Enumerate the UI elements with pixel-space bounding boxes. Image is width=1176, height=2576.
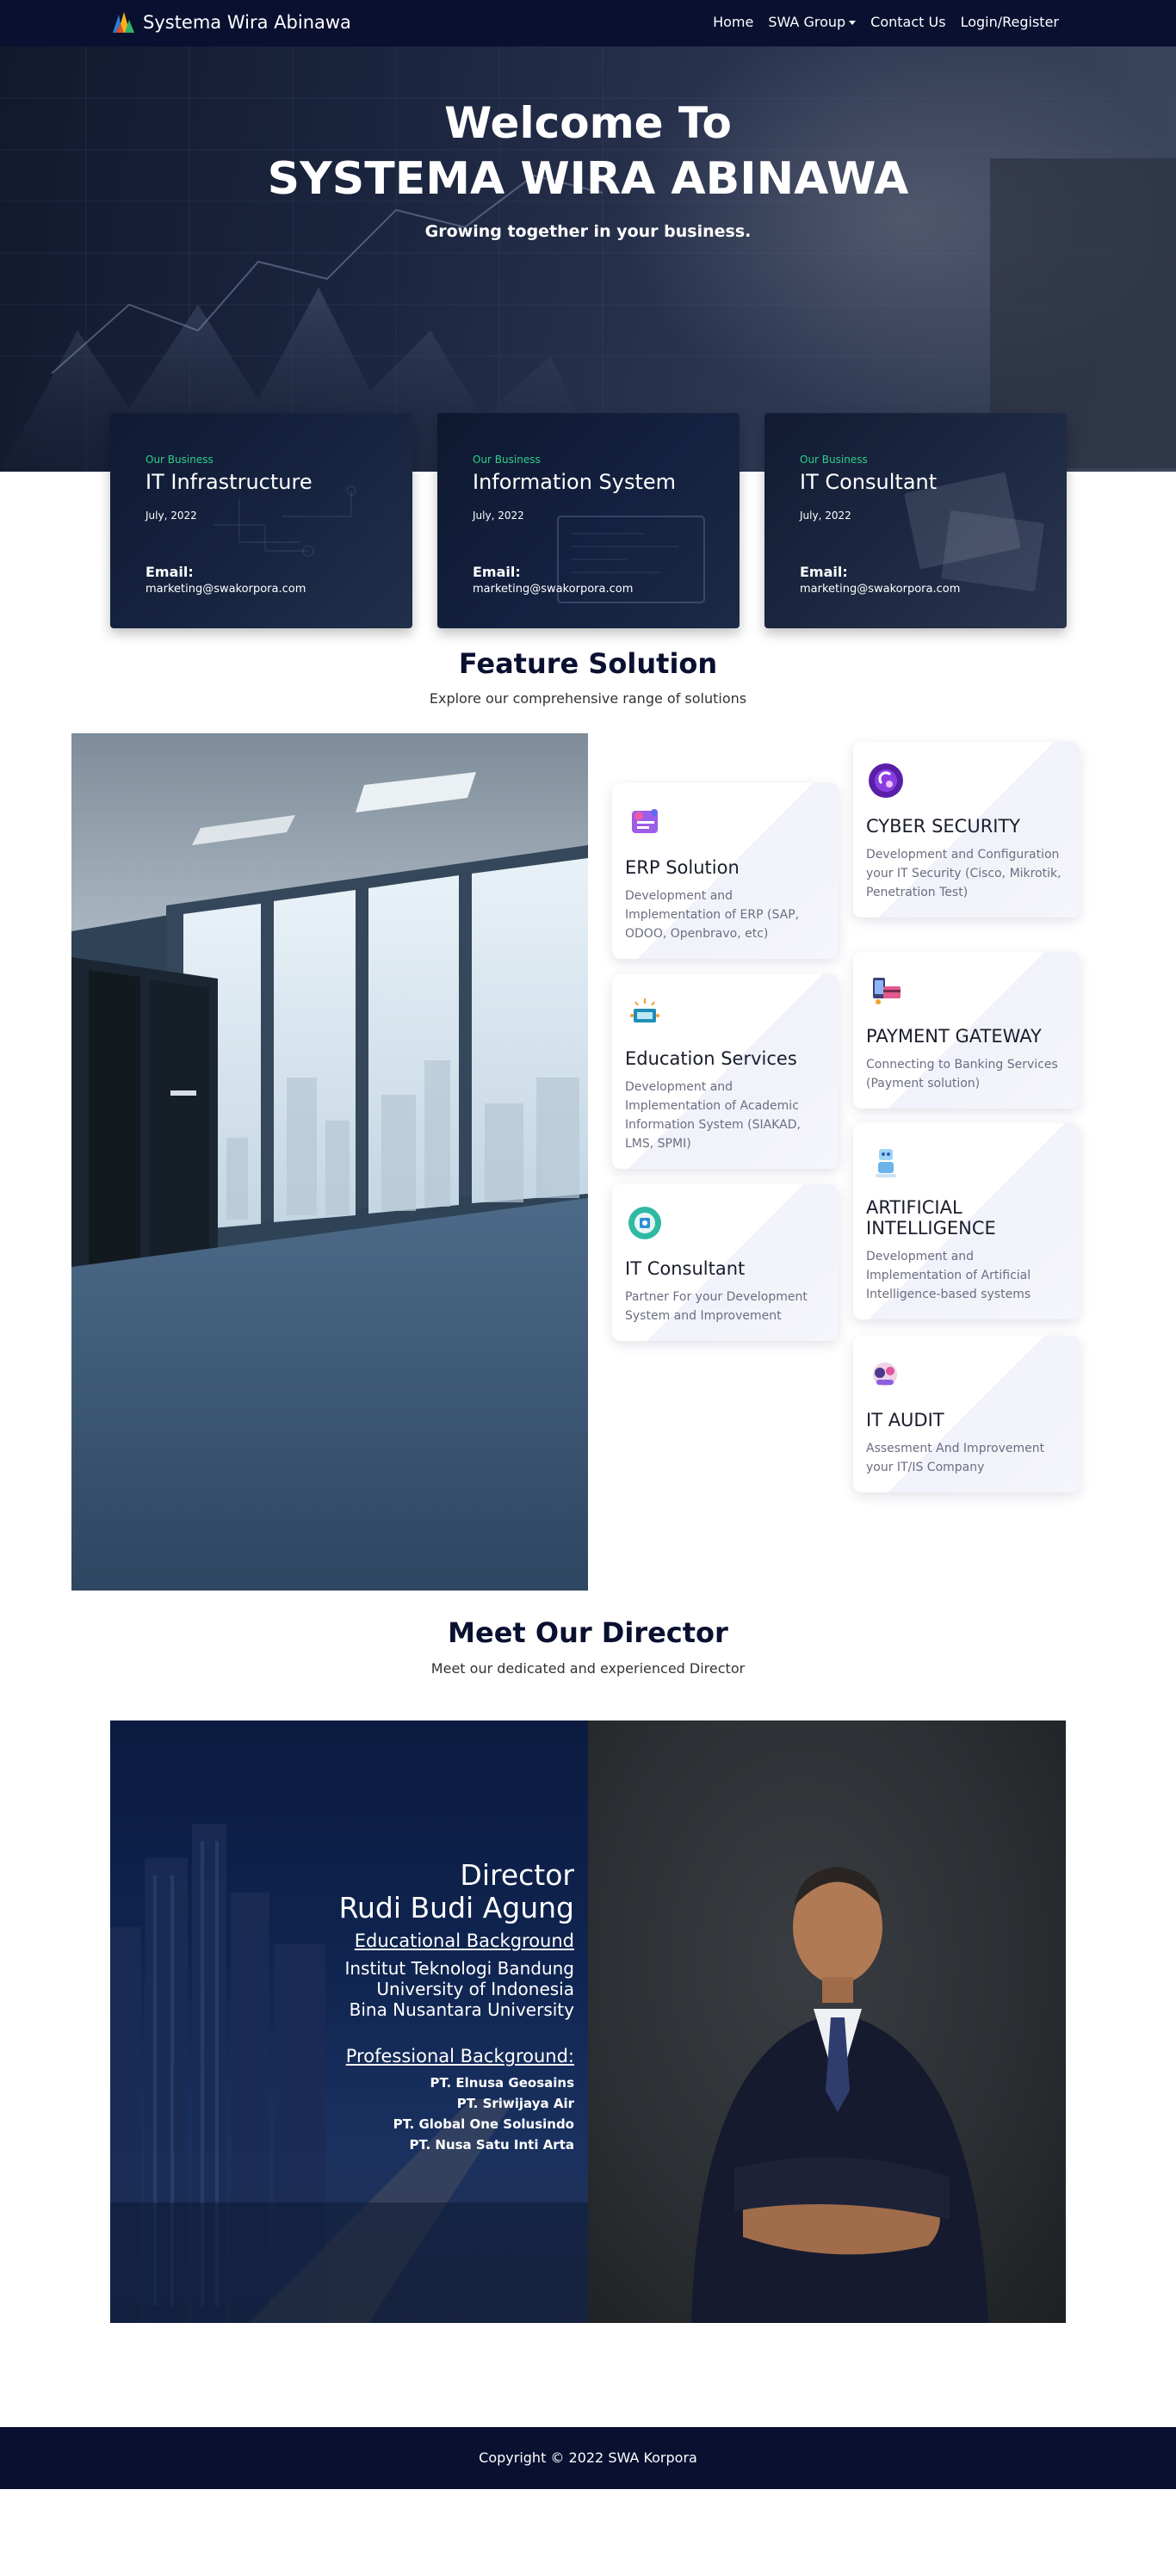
server-room-illustration	[71, 733, 588, 1591]
card-tag: Our Business	[145, 454, 214, 466]
payment-icon	[873, 978, 901, 1004]
service-description: Development and Implementation of Artifi…	[866, 1250, 1031, 1301]
erp-icon	[632, 809, 658, 833]
card-tag: Our Business	[800, 454, 868, 466]
service-title: CYBER SECURITY	[866, 816, 1021, 837]
card-title: Information System	[473, 470, 677, 494]
education-item: Institut Teknologi Bandung	[344, 1958, 574, 1979]
professional-item: PT. Global One Solusindo	[393, 2116, 574, 2132]
education-item: Bina Nusantara University	[349, 1999, 574, 2020]
service-title: IT AUDIT	[866, 1410, 944, 1430]
service-description: Connecting to Banking Services (Payment …	[866, 1058, 1058, 1090]
feature-section-title: Feature Solution	[458, 647, 718, 680]
nav-swa-group-label: SWA Group	[768, 14, 846, 30]
footer: Copyright © 2022 SWA Korpora	[0, 2427, 1176, 2489]
server-room-image	[71, 733, 588, 1591]
professional-item: PT. Nusa Satu Inti Arta	[409, 2137, 574, 2153]
card-email[interactable]: marketing@swakorpora.com	[145, 583, 306, 596]
brand-link[interactable]: Systema Wira Abinawa	[110, 9, 351, 35]
nav-contact[interactable]: Contact Us	[870, 14, 945, 30]
footer-copyright: Copyright © 2022 SWA Korpora	[479, 2449, 697, 2466]
hero-banner: Welcome To SYSTEMA WIRA ABINAWA Growing …	[0, 46, 1176, 472]
hero-title-line2: SYSTEMA WIRA ABINAWA	[267, 153, 909, 205]
service-title: Education Services	[625, 1048, 797, 1069]
service-description: Development and Configuration your IT Se…	[866, 848, 1061, 899]
professional-heading: Professional Background:	[345, 2046, 574, 2066]
service-description: Assesment And Improvement your IT/IS Com…	[866, 1442, 1045, 1474]
hero-title-line1: Welcome To	[444, 98, 732, 148]
card-email[interactable]: marketing@swakorpora.com	[800, 583, 960, 596]
director-name: Rudi Budi Agung	[338, 1891, 574, 1924]
audit-icon	[873, 1362, 897, 1387]
navbar: Systema Wira Abinawa Home SWA Group Cont…	[0, 0, 1176, 46]
professional-item: PT. Sriwijaya Air	[456, 2096, 574, 2111]
service-card-payment-gateway[interactable]: PAYMENT GATEWAY Connecting to Banking Se…	[853, 952, 1080, 1109]
director-info-panel: Director Rudi Budi Agung Educational Bac…	[110, 1720, 588, 2323]
card-title: IT Infrastructure	[145, 470, 313, 494]
card-tag: Our Business	[473, 454, 541, 466]
service-card-it-consultant[interactable]: IT Consultant Partner For your Developme…	[612, 1184, 839, 1341]
nav-menu: Home SWA Group Contact Us Login/Register	[713, 14, 1059, 30]
service-description: Partner For your Development System and …	[625, 1290, 808, 1323]
card-date: July, 2022	[473, 510, 524, 522]
service-description: Development and Implementation of Academ…	[625, 1080, 801, 1151]
service-title: ARTIFICIAL INTELLIGENCE	[866, 1197, 996, 1239]
city-skyline-graphic	[110, 1824, 588, 2323]
director-portrait-graphic	[691, 1867, 988, 2323]
director-section-subtitle: Meet our dedicated and experienced Direc…	[430, 1660, 746, 1677]
director-photo	[588, 1720, 1066, 2323]
director-panel: Director Rudi Budi Agung Educational Bac…	[110, 1720, 1066, 2323]
brand-logo-icon	[113, 12, 134, 33]
card-title: IT Consultant	[800, 470, 938, 494]
feature-section-subtitle: Explore our comprehensive range of solut…	[429, 690, 747, 707]
director-role: Director	[460, 1858, 574, 1892]
nav-login-register[interactable]: Login/Register	[961, 14, 1059, 30]
director-section-title: Meet Our Director	[448, 1616, 728, 1649]
service-title: PAYMENT GATEWAY	[866, 1026, 1042, 1047]
card-date: July, 2022	[800, 510, 851, 522]
card-email-label: Email:	[473, 564, 521, 580]
card-email-label: Email:	[145, 564, 194, 580]
service-card-education[interactable]: Education Services Development and Imple…	[612, 974, 839, 1169]
service-card-cyber-security[interactable]: CYBER SECURITY Development and Configura…	[853, 742, 1080, 917]
business-card-information-system[interactable]: Our Business Information System July, 20…	[437, 413, 740, 628]
business-card-it-consultant[interactable]: Our Business IT Consultant July, 2022 Em…	[764, 413, 1067, 628]
service-title: ERP Solution	[625, 857, 740, 878]
service-description: Development and Implementation of ERP (S…	[625, 889, 800, 941]
card-email[interactable]: marketing@swakorpora.com	[473, 583, 633, 596]
consultant-icon	[628, 1207, 661, 1239]
hero-subtitle: Growing together in your business.	[424, 222, 752, 241]
brand-name: Systema Wira Abinawa	[143, 12, 351, 33]
business-card-it-infrastructure[interactable]: Our Business IT Infrastructure July, 202…	[110, 413, 412, 628]
cyber-security-icon	[869, 763, 903, 798]
service-title: IT Consultant	[625, 1258, 746, 1279]
chevron-down-icon	[849, 21, 857, 25]
card-date: July, 2022	[145, 510, 197, 522]
education-icon	[630, 998, 659, 1022]
education-item: University of Indonesia	[376, 1979, 574, 1999]
service-card-erp[interactable]: ERP Solution Development and Implementat…	[612, 783, 839, 959]
ai-icon	[876, 1149, 896, 1177]
nav-home[interactable]: Home	[713, 14, 753, 30]
professional-item: PT. Elnusa Geosains	[430, 2075, 574, 2091]
service-card-it-audit[interactable]: IT AUDIT Assesment And Improvement your …	[853, 1336, 1080, 1492]
card-email-label: Email:	[800, 564, 848, 580]
nav-swa-group-dropdown[interactable]: SWA Group	[768, 14, 857, 30]
education-heading: Educational Background	[354, 1930, 574, 1951]
service-card-artificial-intelligence[interactable]: ARTIFICIAL INTELLIGENCE Development and …	[853, 1123, 1080, 1319]
